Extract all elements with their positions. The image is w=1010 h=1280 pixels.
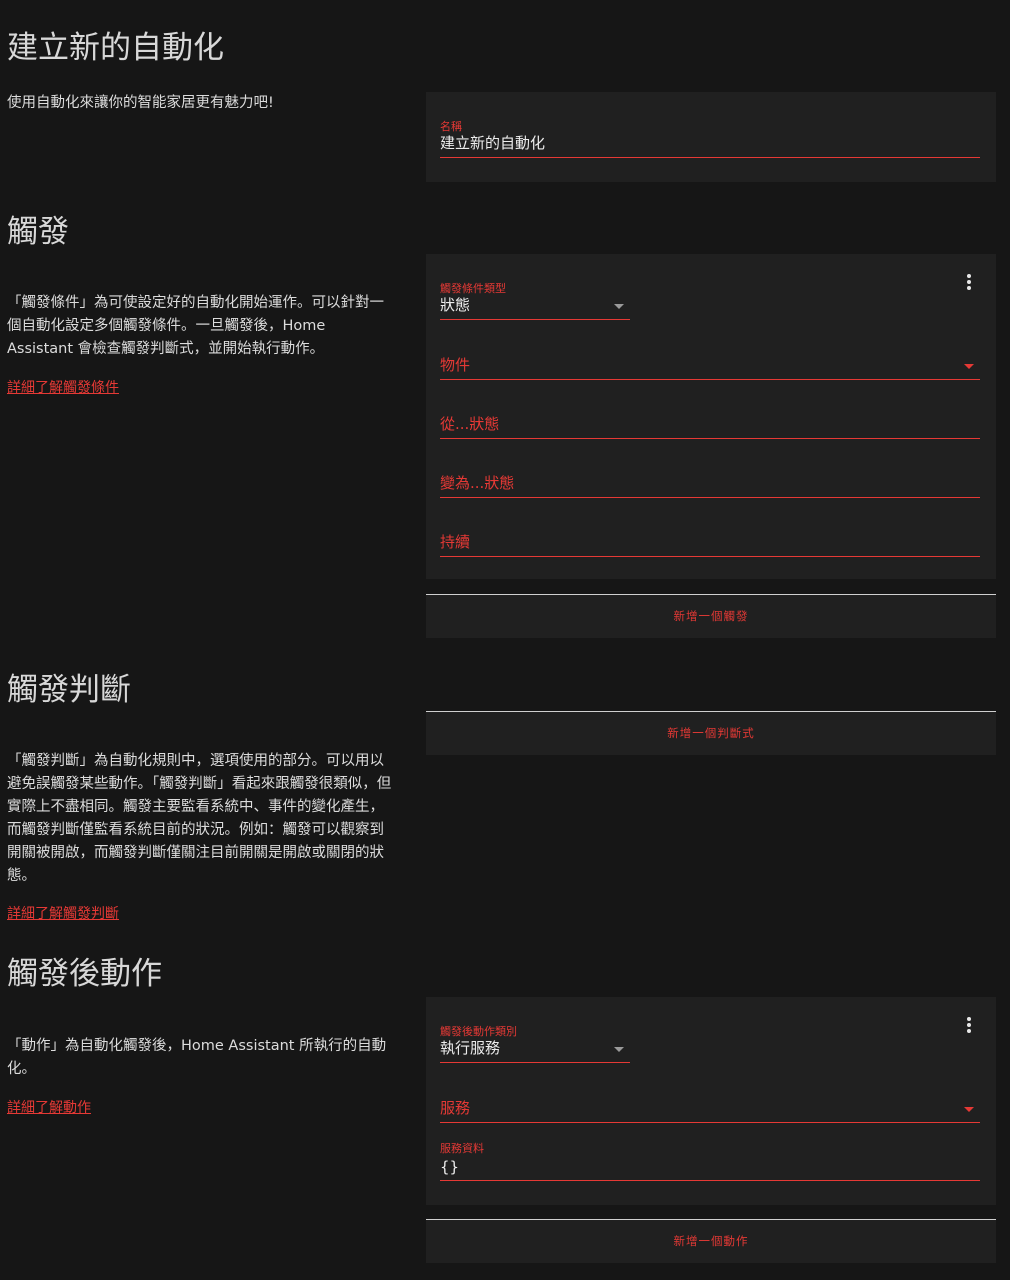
add-action-button[interactable]: 新增一個動作 <box>426 1219 996 1263</box>
chevron-down-icon <box>614 304 624 309</box>
add-condition-label: 新增一個判斷式 <box>667 726 755 740</box>
from-state-placeholder: 從...狀態 <box>440 415 500 433</box>
service-data-field[interactable]: 服務資料 {} <box>440 1140 980 1181</box>
trigger-type-value: 狀態 <box>440 296 471 314</box>
triggers-title: 觸發 <box>7 214 69 250</box>
action-type-value: 執行服務 <box>440 1039 501 1057</box>
from-state-field[interactable]: 從...狀態 <box>440 409 980 439</box>
service-data-label: 服務資料 <box>440 1142 484 1155</box>
triggers-description: 「觸發條件」為可使設定好的自動化開始運作。可以針對一個自動化設定多個觸發條件。一… <box>7 295 384 357</box>
add-trigger-button[interactable]: 新增一個觸發 <box>426 594 996 638</box>
intro-text: 使用自動化來讓你的智能家居更有魅力吧! <box>7 95 274 111</box>
actions-title: 觸發後動作 <box>7 956 162 992</box>
action-type-select[interactable]: 觸發後動作類別 執行服務 <box>440 1023 630 1063</box>
trigger-type-select[interactable]: 觸發條件類型 狀態 <box>440 280 630 320</box>
to-state-field[interactable]: 變為...狀態 <box>440 468 980 498</box>
more-options-icon[interactable] <box>964 1017 974 1035</box>
trigger-card: 觸發條件類型 狀態 物件 從...狀態 變為...狀態 持續 <box>426 254 996 579</box>
page-title: 建立新的自動化 <box>7 30 224 66</box>
service-select[interactable]: 服務 <box>440 1093 980 1123</box>
triggers-learn-more-link[interactable]: 詳細了解觸發條件 <box>7 377 119 397</box>
chevron-down-icon <box>964 1107 974 1112</box>
chevron-down-icon <box>964 364 974 369</box>
name-field[interactable]: 名稱 建立新的自動化 <box>440 118 980 158</box>
name-card: 名稱 建立新的自動化 <box>426 92 996 182</box>
actions-learn-more-link[interactable]: 詳細了解動作 <box>7 1097 91 1117</box>
conditions-title: 觸發判斷 <box>7 672 131 708</box>
entity-select[interactable]: 物件 <box>440 350 980 380</box>
action-card: 觸發後動作類別 執行服務 服務 服務資料 {} <box>426 997 996 1205</box>
service-data-value[interactable]: {} <box>440 1158 459 1176</box>
conditions-learn-more-link[interactable]: 詳細了解觸發判斷 <box>7 903 119 923</box>
entity-placeholder: 物件 <box>440 356 471 374</box>
more-options-icon[interactable] <box>964 274 974 292</box>
chevron-down-icon <box>614 1047 624 1052</box>
for-duration-field[interactable]: 持續 <box>440 527 980 557</box>
add-trigger-label: 新增一個觸發 <box>673 609 749 623</box>
actions-description: 「動作」為自動化觸發後，Home Assistant 所執行的自動化。 <box>7 1038 387 1077</box>
service-placeholder: 服務 <box>440 1099 471 1117</box>
conditions-description: 「觸發判斷」為自動化規則中，選項使用的部分。可以用以避免誤觸發某些動作。「觸發判… <box>7 753 392 884</box>
add-action-label: 新增一個動作 <box>673 1234 749 1248</box>
automation-editor: 建立新的自動化 使用自動化來讓你的智能家居更有魅力吧! 名稱 建立新的自動化 觸… <box>0 0 1010 1280</box>
for-duration-placeholder: 持續 <box>440 533 471 551</box>
to-state-placeholder: 變為...狀態 <box>440 474 515 492</box>
add-condition-button[interactable]: 新增一個判斷式 <box>426 711 996 755</box>
name-field-value[interactable]: 建立新的自動化 <box>440 132 545 153</box>
